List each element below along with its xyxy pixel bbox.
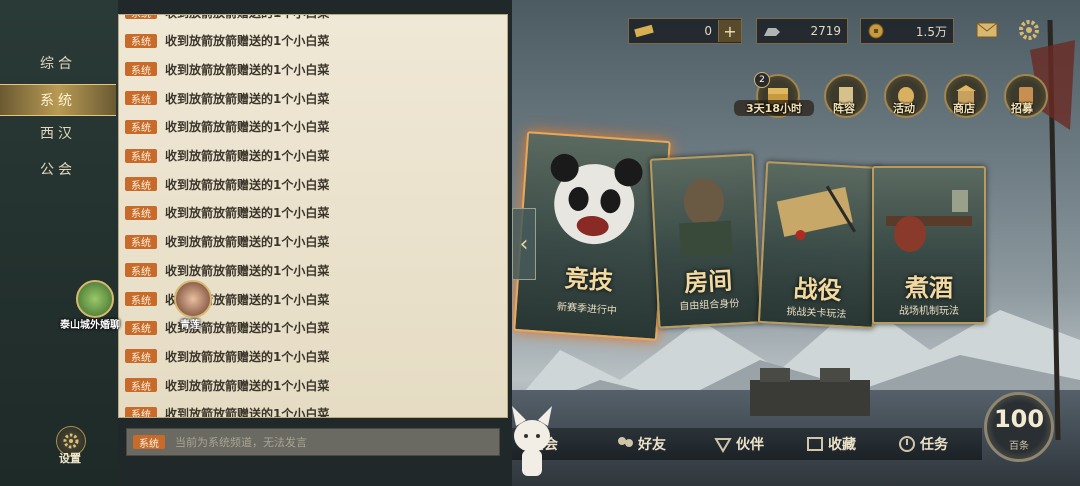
system-tag: 系统	[125, 234, 157, 249]
recruit-label: 招募	[1011, 102, 1033, 115]
nav-friends[interactable]: 好友	[616, 433, 666, 455]
player-avatar[interactable]	[76, 280, 114, 318]
chat-message-row: 系统收到放箭放箭赠送的1个小白菜	[125, 60, 329, 78]
system-tag: 系统	[125, 205, 157, 220]
arena-card[interactable]: 竞技 新赛季进行中	[513, 131, 671, 341]
arena-title: 竞技	[564, 263, 614, 296]
chat-message-text: 收到放箭放箭赠送的1个小白菜	[165, 62, 330, 77]
chat-message-text: 收到放箭放箭赠送的1个小白菜	[165, 34, 330, 49]
chat-message-text: 收到放箭放箭赠送的1个小白菜	[165, 15, 329, 21]
gear-icon	[63, 433, 79, 449]
system-tag: 系统	[125, 177, 157, 192]
settings-label: 设置	[59, 452, 81, 465]
chat-message-list[interactable]: 系统收到放箭放箭赠送的1个小白菜系统收到放箭放箭赠送的1个小白菜系统收到放箭放箭…	[118, 14, 508, 418]
chest-timer: 3天18小时	[734, 100, 814, 116]
chat-message-text: 收到放箭放箭赠送的1个小白菜	[165, 206, 330, 221]
chat-message-row: 系统收到放箭放箭赠送的1个小白菜	[125, 32, 329, 50]
scroll-brush-illustration	[776, 185, 857, 240]
horse-resource: 2719	[756, 18, 848, 44]
tab-general[interactable]: 综合	[0, 48, 116, 78]
chat-message-row: 系统 收到放箭放箭赠送的1个小白菜	[125, 15, 329, 21]
nav-task[interactable]: 任务	[898, 433, 948, 455]
add-gold-button[interactable]: +	[718, 20, 741, 42]
system-tag: 系统	[125, 349, 157, 364]
chat-message-text: 收到放箭放箭赠送的1个小白菜	[165, 120, 330, 135]
formation-label: 阵容	[833, 102, 855, 115]
campaign-card[interactable]: 战役 挑战关卡玩法	[757, 161, 883, 329]
chat-message-row: 系统收到放箭放箭赠送的1个小白菜	[125, 290, 329, 308]
gold-resource: 0 +	[628, 18, 742, 44]
tab-xihan[interactable]: 西汉	[0, 118, 116, 148]
input-placeholder: 当前为系统频道，无法发言	[175, 436, 307, 449]
system-tag: 系统	[125, 119, 157, 134]
player-name: 泰山城外婚聊	[60, 320, 120, 331]
system-tag: 系统	[125, 292, 157, 307]
collapse-arrow-button[interactable]: ‹	[512, 208, 536, 280]
task-icon	[899, 436, 915, 452]
player-avatar[interactable]	[174, 280, 212, 318]
chat-message-row: 系统收到放箭放箭赠送的1个小白菜	[125, 175, 329, 193]
tab-system[interactable]: 系统	[0, 84, 116, 116]
horse-icon	[761, 22, 783, 40]
chat-message-row: 系统收到放箭放箭赠送的1个小白菜	[125, 405, 330, 418]
partner-icon	[714, 438, 732, 453]
activity-label: 活动	[893, 102, 915, 115]
chat-message-text: 收到放箭放箭赠送的1个小白菜	[165, 177, 330, 192]
chat-message-row: 系统收到放箭放箭赠送的1个小白菜	[125, 204, 329, 222]
chat-message-row: 系统收到放箭放箭赠送的1个小白菜	[125, 376, 329, 394]
system-tag: 系统	[125, 33, 157, 48]
chat-message-text: 收到放箭放箭赠送的1个小白菜	[165, 235, 330, 250]
wine-title: 煮酒	[905, 273, 953, 302]
chat-message-text: 收到放箭放箭赠送的1个小白菜	[165, 378, 330, 393]
panda-portrait	[550, 153, 643, 245]
arena-subtitle: 新赛季进行中	[556, 301, 618, 317]
chat-message-text: 收到放箭放箭赠送的1个小白菜	[165, 91, 330, 106]
player-name: 青莲	[180, 320, 200, 331]
chat-message-text: 收到放箭放箭赠送的1个小白菜	[165, 149, 330, 163]
system-tag: 系统	[125, 320, 157, 335]
chest-badge: 2	[754, 72, 770, 88]
coin-icon	[865, 22, 887, 40]
chat-message-row: 系统收到放箭放箭赠送的1个小白菜	[125, 319, 329, 337]
chat-message-row: 系统收到放箭放箭赠送的1个小白菜	[125, 261, 329, 279]
system-tag: 系统	[125, 406, 157, 417]
system-tag: 系统	[125, 263, 157, 278]
fortress-gate	[750, 368, 870, 416]
chat-message-text: 收到放箭放箭赠送的1个小白菜	[165, 349, 330, 364]
system-tag: 系统	[125, 62, 157, 77]
nav-partner[interactable]: 伙伴	[714, 433, 764, 455]
shop-label: 商店	[953, 102, 975, 115]
collection-icon	[807, 437, 823, 451]
friends-icon	[618, 437, 633, 447]
chat-message-text: 收到放箭放箭赠送的1个小白菜	[165, 407, 330, 418]
system-tag: 系统	[125, 148, 157, 163]
input-channel-tag: 系统	[133, 435, 165, 450]
wine-card[interactable]: 煮酒 战场机制玩法	[872, 166, 986, 324]
chat-message-row: 系统收到放箭放箭赠送的1个小白菜	[125, 89, 329, 107]
message-counter[interactable]: 100 百条	[984, 392, 1054, 462]
chat-message-row: 系统收到放箭放箭赠送的1个小白菜	[125, 147, 329, 165]
chat-message-row: 系统收到放箭放箭赠送的1个小白菜	[125, 233, 329, 251]
chat-message-row: 系统收到放箭放箭赠送的1个小白菜	[125, 347, 329, 365]
mail-icon[interactable]	[974, 18, 1000, 42]
gold-bar-icon	[633, 22, 655, 40]
chat-message-text: 收到放箭放箭赠送的1个小白菜	[165, 263, 330, 278]
wine-jar-illustration	[886, 190, 972, 252]
wine-subtitle: 战场机制玩法	[899, 306, 959, 317]
chat-input[interactable]: 系统 当前为系统频道，无法发言	[126, 428, 500, 456]
system-tag: 系统	[125, 15, 157, 20]
chat-message-row: 系统收到放箭放箭赠送的1个小白菜	[125, 118, 329, 136]
nav-collection[interactable]: 收藏	[806, 433, 856, 455]
fox-mascot[interactable]	[508, 402, 556, 482]
room-card[interactable]: 房间 自由组合身份	[649, 153, 763, 329]
system-tag: 系统	[125, 378, 157, 393]
warrior-portrait	[679, 178, 733, 258]
system-tag: 系统	[125, 91, 157, 106]
coin-resource: 1.5万	[860, 18, 954, 44]
tab-guild[interactable]: 公会	[0, 154, 116, 184]
gear-icon[interactable]	[1016, 18, 1042, 42]
